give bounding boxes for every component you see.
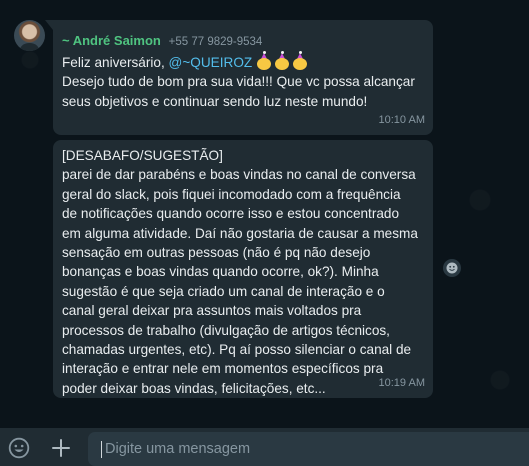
message-bubble[interactable]: ~ André Saimon +55 77 9829-9534 Feliz an…	[45, 20, 433, 135]
mention-link[interactable]: @~QUEIROZ	[169, 55, 253, 70]
party-face-emoji	[274, 51, 291, 70]
message-time: 10:10 AM	[378, 113, 425, 126]
composer-bar: Digite uma mensagem	[0, 428, 529, 466]
sender-header: ~ André Saimon +55 77 9829-9534	[62, 31, 262, 52]
emoji-button[interactable]	[8, 437, 30, 459]
party-face-emoji	[256, 51, 273, 70]
sender-avatar[interactable]	[14, 20, 45, 51]
smiley-icon	[8, 437, 30, 459]
chat-area: ~ André Saimon +55 77 9829-9534 Feliz an…	[0, 0, 529, 428]
message-time: 10:19 AM	[378, 376, 425, 389]
sender-name[interactable]: ~ André Saimon	[62, 33, 161, 48]
message-bubble[interactable]: [DESABAFO/SUGESTÃO] parei de dar parabén…	[53, 140, 433, 398]
reaction-button[interactable]	[443, 259, 461, 277]
message-text: [DESABAFO/SUGESTÃO] parei de dar parabén…	[62, 148, 418, 396]
party-face-emoji	[292, 51, 309, 70]
plus-icon	[52, 439, 70, 457]
message-text-prefix: Feliz aniversário,	[62, 55, 169, 70]
text-caret	[101, 441, 102, 458]
smiley-icon	[446, 262, 458, 274]
message-input[interactable]: Digite uma mensagem	[88, 432, 529, 466]
message-text-body: Desejo tudo de bom pra sua vida!!! Que v…	[62, 74, 415, 109]
sender-phone: +55 77 9829-9534	[168, 36, 263, 48]
message-text: Feliz aniversário, @~QUEIROZ Desejo tudo…	[62, 51, 425, 111]
message-input-placeholder: Digite uma mensagem	[105, 441, 251, 457]
attach-button[interactable]	[50, 437, 72, 459]
